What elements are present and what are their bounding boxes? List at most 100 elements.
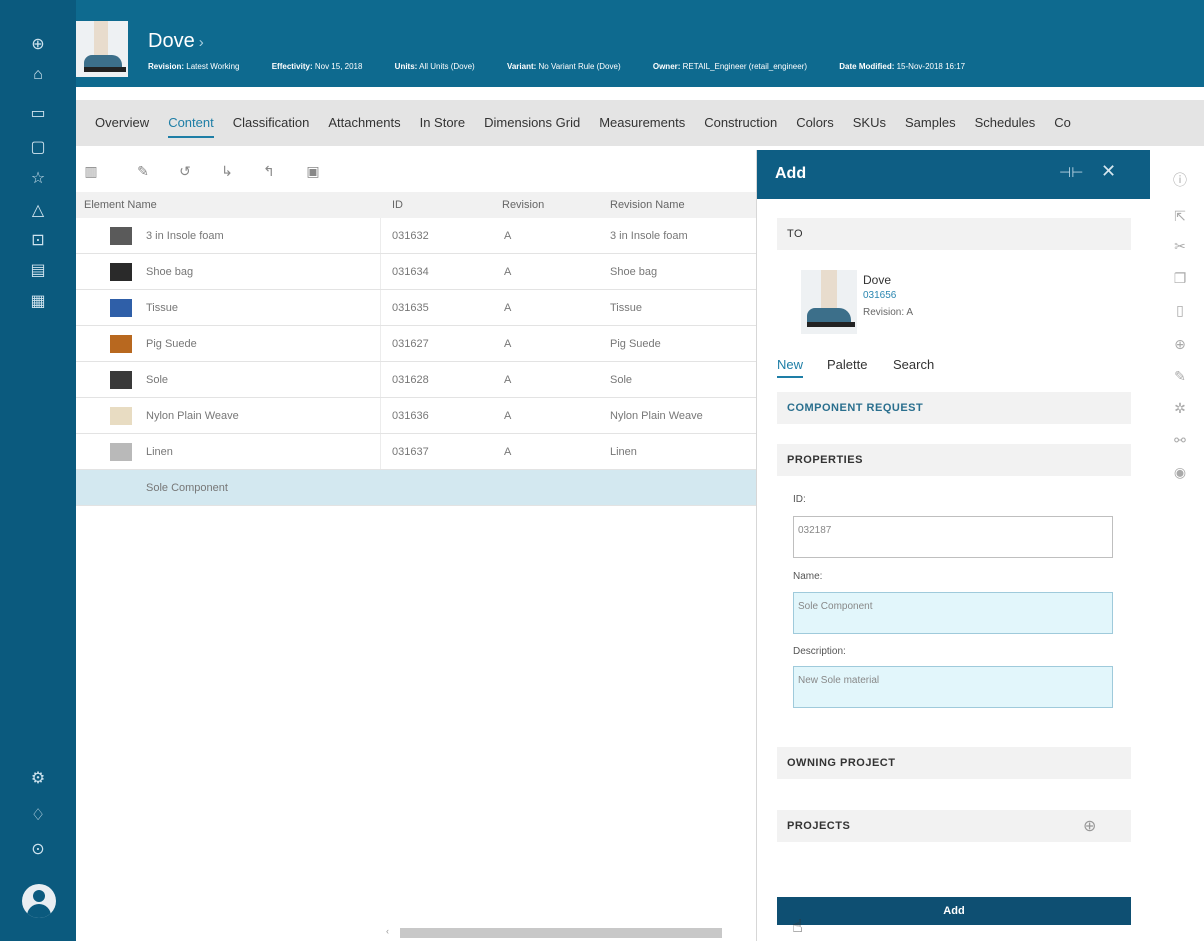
tab-more[interactable]: Co: [1054, 100, 1071, 146]
table-row[interactable]: Sole 031628 A Sole: [76, 362, 756, 398]
table-row[interactable]: Linen 031637 A Linen: [76, 434, 756, 470]
to-item-name: Dove: [863, 273, 892, 287]
col-element-name[interactable]: Element Name: [84, 199, 157, 211]
chevron-right-icon: ›: [198, 34, 204, 51]
indent-icon[interactable]: ↳: [216, 160, 238, 182]
hand-cursor-icon: ☝: [792, 916, 803, 936]
tab-dimensions-grid[interactable]: Dimensions Grid: [484, 100, 580, 146]
tab-measurements[interactable]: Measurements: [599, 100, 685, 146]
select-all-icon[interactable]: ▥: [80, 160, 102, 182]
tab-skus[interactable]: SKUs: [853, 100, 886, 146]
cell-revision: A: [504, 374, 512, 386]
cell-name: Sole Component: [146, 482, 228, 494]
projects-section[interactable]: PROJECTS ⊕: [777, 810, 1131, 842]
material-swatch: [110, 299, 132, 317]
owning-project-section[interactable]: OWNING PROJECT: [777, 747, 1131, 779]
edit-icon[interactable]: ✎: [132, 160, 154, 182]
add-button[interactable]: Add: [777, 897, 1131, 925]
material-swatch: [110, 371, 132, 389]
cell-name: 3 in Insole foam: [146, 230, 224, 242]
relations-icon[interactable]: ⚯: [1170, 430, 1190, 450]
alert-icon[interactable]: △: [26, 199, 50, 223]
paste-icon[interactable]: ▯: [1170, 300, 1190, 320]
id-label: ID:: [793, 494, 806, 505]
table-row-new[interactable]: Sole Component: [76, 470, 756, 506]
view-icon[interactable]: ◉: [1170, 462, 1190, 482]
tools-icon[interactable]: ✲: [1170, 398, 1190, 418]
tab-construction[interactable]: Construction: [704, 100, 777, 146]
copy-icon[interactable]: ❐: [1170, 268, 1190, 288]
table-row[interactable]: Shoe bag 031634 A Shoe bag: [76, 254, 756, 290]
outdent-icon[interactable]: ↰: [258, 160, 280, 182]
calendar-icon[interactable]: ▤: [26, 259, 50, 283]
table-row[interactable]: Nylon Plain Weave 031636 A Nylon Plain Weav…: [76, 398, 756, 434]
to-item-id[interactable]: 031656: [863, 290, 896, 301]
report-icon[interactable]: ▦: [26, 290, 50, 314]
pencil-icon[interactable]: ✎: [1170, 366, 1190, 386]
home-icon[interactable]: ⌂: [26, 63, 50, 87]
tab-schedules[interactable]: Schedules: [975, 100, 1036, 146]
add-icon[interactable]: ⊕: [1170, 334, 1190, 354]
col-revision[interactable]: Revision: [502, 199, 544, 211]
name-field[interactable]: Sole Component: [793, 592, 1113, 634]
table-row[interactable]: Tissue 031635 A Tissue: [76, 290, 756, 326]
cut-icon[interactable]: ✂: [1170, 236, 1190, 256]
share-icon[interactable]: ⇱: [1170, 206, 1190, 226]
material-swatch: [110, 407, 132, 425]
subtab-new[interactable]: New: [777, 357, 804, 378]
description-field[interactable]: New Sole material: [793, 666, 1113, 708]
object-header: Dove › Revision: Latest Working Effectivi…: [76, 0, 1204, 87]
settings-icon[interactable]: ⚙: [26, 767, 50, 791]
subtab-search[interactable]: Search: [893, 357, 934, 372]
close-icon[interactable]: ✕: [1101, 161, 1116, 182]
import-icon[interactable]: ⊡: [26, 229, 50, 253]
scroll-left-icon[interactable]: ‹: [386, 926, 389, 936]
cell-name: Shoe bag: [146, 266, 194, 278]
table-row[interactable]: 3 in Insole foam 031632 A 3 in Insole foam: [76, 218, 756, 254]
pin-icon[interactable]: ⊣⊢: [1059, 164, 1083, 181]
cell-revision: A: [504, 230, 512, 242]
tab-classification[interactable]: Classification: [233, 100, 310, 146]
cell-revision-name: Linen: [610, 446, 637, 458]
save-icon[interactable]: ▣: [302, 160, 324, 182]
tab-in-store[interactable]: In Store: [420, 100, 466, 146]
inbox-icon[interactable]: ▢: [26, 136, 50, 160]
star-icon[interactable]: ☆: [26, 167, 50, 191]
component-request-section[interactable]: COMPONENT REQUEST: [777, 392, 1131, 424]
add-project-icon[interactable]: ⊕: [1083, 816, 1097, 836]
tab-content[interactable]: Content: [168, 100, 214, 146]
material-swatch: [110, 335, 132, 353]
cell-revision-name: Sole: [610, 374, 633, 386]
cell-name: Pig Suede: [146, 338, 197, 350]
add-panel: Add ⊣⊢ ✕ TO Dove 031656 Revision: A New …: [756, 150, 1151, 941]
material-swatch: [110, 263, 132, 281]
cell-revision: A: [504, 338, 512, 350]
to-item-thumbnail: [801, 270, 857, 334]
avatar[interactable]: [22, 884, 56, 918]
table-row[interactable]: Pig Suede 031627 A Pig Suede: [76, 326, 756, 362]
description-label: Description:: [793, 646, 846, 657]
name-label: Name:: [793, 571, 823, 582]
folder-icon[interactable]: ▭: [26, 102, 50, 126]
cell-id: 031632: [392, 230, 429, 242]
horizontal-scrollbar[interactable]: [400, 928, 722, 938]
page-title[interactable]: Dove ›: [148, 30, 204, 53]
tab-colors[interactable]: Colors: [796, 100, 834, 146]
help-icon[interactable]: ⊙: [26, 838, 50, 862]
globe-icon[interactable]: ⊕: [26, 33, 50, 57]
cell-name: Linen: [146, 446, 173, 458]
properties-section[interactable]: PROPERTIES: [777, 444, 1131, 476]
tab-overview[interactable]: Overview: [95, 100, 149, 146]
right-tool-rail: ⓘ ⇱ ✂ ❐ ▯ ⊕ ✎ ✲ ⚯ ◉: [1150, 150, 1204, 941]
cell-id: 031627: [392, 338, 429, 350]
tab-attachments[interactable]: Attachments: [328, 100, 400, 146]
info-icon[interactable]: ⓘ: [1170, 170, 1190, 190]
tab-samples[interactable]: Samples: [905, 100, 956, 146]
bell-icon[interactable]: ♢: [26, 804, 50, 828]
col-id[interactable]: ID: [392, 199, 403, 211]
id-field[interactable]: 032187: [793, 516, 1113, 558]
col-revision-name[interactable]: Revision Name: [610, 199, 685, 211]
undo-icon[interactable]: ↺: [174, 160, 196, 182]
cell-revision-name: Shoe bag: [610, 266, 658, 278]
subtab-palette[interactable]: Palette: [827, 357, 867, 372]
